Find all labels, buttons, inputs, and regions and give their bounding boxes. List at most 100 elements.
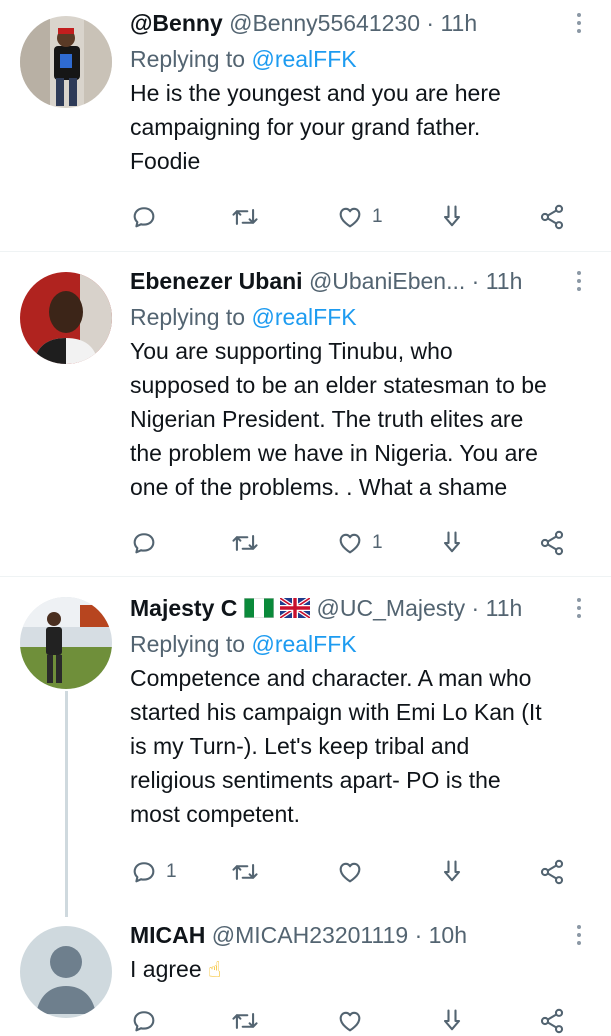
avatar-majesty[interactable] bbox=[20, 597, 112, 689]
share-button[interactable] bbox=[538, 857, 566, 887]
share-icon bbox=[540, 530, 564, 556]
text-line: the problem we have in Nigeria. You are bbox=[130, 440, 538, 466]
retweet-icon bbox=[232, 209, 258, 225]
timestamp[interactable]: 10h bbox=[429, 922, 467, 948]
share-button[interactable] bbox=[538, 1006, 566, 1036]
display-name[interactable]: @Benny bbox=[130, 10, 223, 36]
tweet-header: Ebenezer Ubani @UbaniEben... · 11h bbox=[130, 266, 591, 296]
bookmark-button[interactable] bbox=[438, 1006, 466, 1036]
tweet-header: @Benny @Benny55641230 · 11h bbox=[130, 8, 591, 38]
text-line: You are supporting Tinubu, who bbox=[130, 338, 453, 364]
pointing-up-emoji: ☝ bbox=[208, 957, 222, 982]
retweet-button[interactable] bbox=[230, 528, 268, 558]
avatar-benny[interactable] bbox=[20, 16, 112, 108]
replying-to-label: Replying to bbox=[130, 304, 246, 330]
reply-count: 1 bbox=[166, 861, 177, 882]
share-icon bbox=[540, 1008, 564, 1034]
display-name[interactable]: MICAH bbox=[130, 922, 205, 948]
user-handle[interactable]: @UbaniEben... bbox=[309, 268, 465, 294]
tweet-text: You are supporting Tinubu, who supposed … bbox=[130, 334, 591, 504]
tweet-text: Competence and character. A man who star… bbox=[130, 661, 591, 831]
tweet-actions: 1 bbox=[130, 528, 590, 558]
reply-button[interactable] bbox=[130, 1006, 158, 1036]
like-button[interactable]: 1 bbox=[336, 528, 383, 558]
text-line: religious sentiments apart- PO is the bbox=[130, 767, 501, 793]
retweet-icon bbox=[232, 864, 258, 880]
more-icon[interactable] bbox=[567, 268, 591, 294]
tweet-text: He is the youngest and you are here camp… bbox=[130, 76, 591, 178]
like-icon bbox=[339, 1011, 361, 1032]
like-button[interactable]: 1 bbox=[336, 202, 383, 232]
like-button[interactable] bbox=[336, 857, 372, 887]
separator: · bbox=[426, 10, 435, 36]
replying-to: Replying to @realFFK bbox=[130, 627, 591, 661]
text-line: supposed to be an elder statesman to be bbox=[130, 372, 547, 398]
timestamp[interactable]: 11h bbox=[440, 10, 477, 36]
reply-icon bbox=[133, 862, 155, 883]
tweet-ebenezer[interactable]: Ebenezer Ubani @UbaniEben... · 11h Reply… bbox=[0, 252, 611, 574]
separator: · bbox=[471, 268, 480, 294]
mention-link[interactable]: @realFFK bbox=[251, 46, 356, 72]
tweet-actions: 1 bbox=[130, 857, 590, 887]
text-line: He is the youngest and you are here bbox=[130, 80, 501, 106]
share-icon bbox=[540, 204, 564, 230]
replying-to-label: Replying to bbox=[130, 46, 246, 72]
avatar-ebenezer[interactable] bbox=[20, 272, 112, 364]
text-line: most competent. bbox=[130, 801, 301, 827]
replying-to-label: Replying to bbox=[130, 631, 246, 657]
timestamp[interactable]: 11h bbox=[486, 268, 523, 294]
text-line: started his campaign with Emi Lo Kan (It bbox=[130, 699, 542, 725]
timestamp[interactable]: 11h bbox=[486, 595, 523, 621]
text-line: Nigerian President. The truth elites are bbox=[130, 406, 524, 432]
like-icon bbox=[339, 862, 361, 883]
reply-button[interactable] bbox=[130, 528, 166, 558]
mention-link[interactable]: @realFFK bbox=[251, 631, 356, 657]
display-name[interactable]: Ebenezer Ubani bbox=[130, 268, 303, 294]
bookmark-icon bbox=[443, 531, 461, 553]
bookmark-button[interactable] bbox=[438, 528, 466, 558]
retweet-button[interactable] bbox=[230, 1006, 260, 1036]
text-line: one of the problems. . What a shame bbox=[130, 474, 508, 500]
reply-icon bbox=[133, 1011, 155, 1032]
share-button[interactable] bbox=[538, 528, 566, 558]
text-line: campaigning for your grand father. bbox=[130, 114, 481, 140]
user-handle[interactable]: @Benny55641230 bbox=[229, 10, 420, 36]
retweet-button[interactable] bbox=[230, 857, 268, 887]
like-button[interactable] bbox=[336, 1006, 364, 1036]
user-handle[interactable]: @UC_Majesty bbox=[317, 595, 466, 621]
retweet-icon bbox=[232, 1013, 258, 1029]
bookmark-button[interactable] bbox=[438, 202, 466, 232]
more-icon[interactable] bbox=[567, 595, 591, 621]
separator: · bbox=[414, 922, 423, 948]
separator: · bbox=[471, 595, 480, 621]
bookmark-icon bbox=[443, 1009, 461, 1031]
text-line: I agree bbox=[130, 956, 202, 982]
display-name[interactable]: Majesty C bbox=[130, 595, 237, 621]
like-icon bbox=[339, 207, 361, 228]
reply-button[interactable]: 1 bbox=[130, 857, 177, 887]
mention-link[interactable]: @realFFK bbox=[251, 304, 356, 330]
retweet-icon bbox=[232, 535, 258, 551]
bookmark-button[interactable] bbox=[438, 857, 466, 887]
like-count: 1 bbox=[372, 532, 383, 553]
more-icon[interactable] bbox=[567, 922, 591, 948]
tweet-header: MICAH @MICAH23201119 · 10h bbox=[130, 920, 591, 950]
tweet-micah[interactable]: MICAH @MICAH23201119 · 10h I agree ☝ bbox=[0, 918, 611, 1034]
user-handle[interactable]: @MICAH23201119 bbox=[212, 922, 408, 948]
retweet-button[interactable] bbox=[230, 202, 268, 232]
tweet-actions: 1 bbox=[130, 202, 590, 232]
tweet-actions bbox=[130, 1006, 590, 1036]
more-icon[interactable] bbox=[567, 10, 591, 36]
nigeria-flag-icon bbox=[243, 595, 275, 625]
bookmark-icon bbox=[443, 860, 461, 882]
thread-connector bbox=[65, 691, 68, 917]
text-line: is my Turn-). Let's keep tribal and bbox=[130, 733, 470, 759]
tweet-majesty[interactable]: Majesty C @UC_Majesty · 11h Replying to … bbox=[0, 577, 611, 917]
reply-button[interactable] bbox=[130, 202, 166, 232]
like-icon bbox=[339, 533, 361, 554]
text-line: Foodie bbox=[130, 148, 201, 174]
avatar-micah[interactable] bbox=[20, 926, 112, 1018]
share-button[interactable] bbox=[538, 202, 566, 232]
replying-to: Replying to @realFFK bbox=[130, 42, 591, 76]
tweet-benny[interactable]: @Benny @Benny55641230 · 11h Replying to … bbox=[0, 0, 611, 250]
